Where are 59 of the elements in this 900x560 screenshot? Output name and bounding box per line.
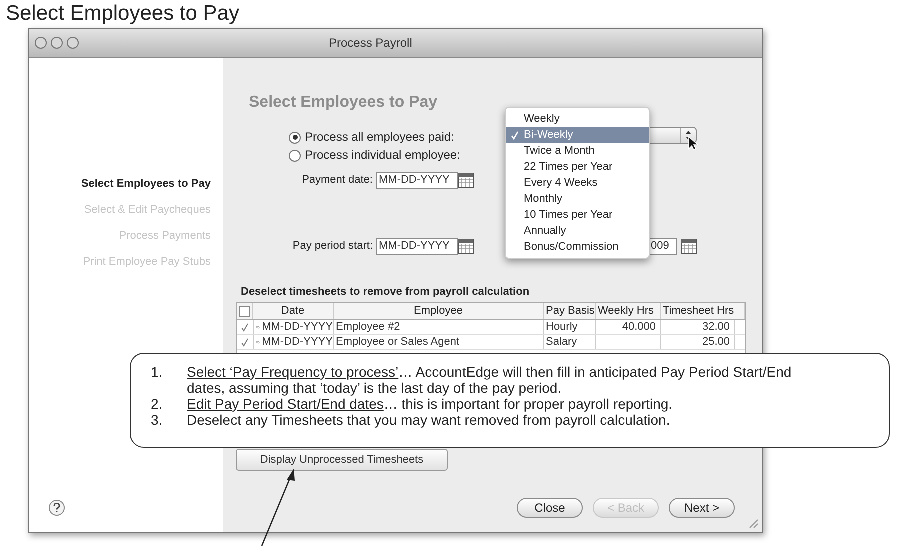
calendar-icon[interactable] — [458, 173, 474, 188]
callout-text: Select ‘Pay Frequency to process’… AccountEdge will then fill in anticipated Pay Period Start/End dates, assuming that ‘today’ is the last day of the pay period. — [187, 364, 793, 396]
page-title: Select Employees to Pay — [5, 1, 240, 26]
table-cell: MM-DD-YYYY — [262, 320, 333, 334]
list-number: 2. — [151, 396, 164, 412]
date-field[interactable]: MM-DD-YYYY — [376, 238, 458, 255]
select-all-checkbox[interactable] — [239, 306, 250, 316]
date-field[interactable]: 009 — [649, 238, 677, 255]
table-cell: MM-DD-YYYY — [262, 335, 333, 349]
date-field[interactable]: MM-DD-YYYY — [376, 172, 458, 189]
menu-item[interactable]: Twice a Month — [506, 143, 649, 159]
window-control-icon[interactable] — [67, 37, 79, 49]
table-cell: Salary — [544, 335, 596, 349]
column-header[interactable]: Timesheet Hrs — [661, 303, 745, 319]
table-cell: 25.00 — [661, 335, 735, 349]
column-header[interactable]: Weekly Hrs — [596, 303, 661, 319]
window-control-icon[interactable] — [35, 37, 47, 49]
column-header[interactable]: Date — [253, 303, 334, 319]
check-icon[interactable] — [241, 322, 249, 332]
radio-label: Process individual employee: — [305, 148, 460, 163]
menu-item[interactable]: Bonus/Commission — [506, 239, 649, 255]
table-cell: Hourly — [544, 320, 596, 334]
table-title: Deselect timesheets to remove from payroll calculation — [241, 285, 530, 299]
section-heading: Select Employees to Pay — [249, 93, 438, 113]
radio-button[interactable] — [289, 150, 301, 162]
callout-text: Deselect any Timesheets that you may want removed from payroll calculation. — [187, 412, 670, 428]
sidebar-step[interactable]: Select Employees to Pay — [81, 178, 211, 191]
radio-label: Process all employees paid: — [305, 130, 454, 145]
check-icon — [511, 130, 519, 140]
list-number: 1. — [151, 364, 164, 382]
column-header[interactable]: Pay Basis — [544, 303, 596, 319]
table-cell: Employee or Sales Agent — [334, 335, 544, 349]
resize-grip-icon[interactable] — [748, 518, 759, 529]
menu-item[interactable]: Every 4 Weeks — [506, 175, 649, 191]
menu-item[interactable]: Weekly — [506, 111, 649, 127]
field-label: Pay period start: — [292, 239, 374, 254]
table-cell: Employee #2 — [334, 320, 544, 334]
callout-text: Edit Pay Period Start/End dates… this is important for proper payroll reporting. — [187, 396, 673, 412]
field-label: Payment date: — [301, 173, 374, 188]
window-title: Process Payroll — [329, 35, 412, 52]
display-timesheets-button[interactable]: Display Unprocessed Timesheets — [236, 449, 448, 471]
dialog-button[interactable]: Close — [517, 498, 583, 518]
help-icon[interactable] — [53, 503, 61, 513]
menu-item[interactable]: Annually — [506, 223, 649, 239]
list-number: 3. — [151, 412, 164, 428]
window-control-icon[interactable] — [51, 37, 63, 49]
table-cell: 32.00 — [661, 320, 735, 334]
dialog-button[interactable]: Next > — [669, 498, 735, 518]
menu-item[interactable]: Monthly — [506, 191, 649, 207]
radio-button[interactable] — [289, 132, 301, 144]
menu-item[interactable]: 22 Times per Year — [506, 159, 649, 175]
menu-item[interactable]: Bi-Weekly — [506, 127, 649, 143]
table-cell: 40.000 — [596, 320, 661, 334]
calendar-icon[interactable] — [681, 239, 697, 254]
column-header[interactable]: Employee — [334, 303, 544, 319]
calendar-icon[interactable] — [458, 239, 474, 254]
menu-item[interactable]: 10 Times per Year — [506, 207, 649, 223]
mouse-pointer-icon — [688, 136, 698, 151]
check-icon[interactable] — [241, 338, 249, 346]
